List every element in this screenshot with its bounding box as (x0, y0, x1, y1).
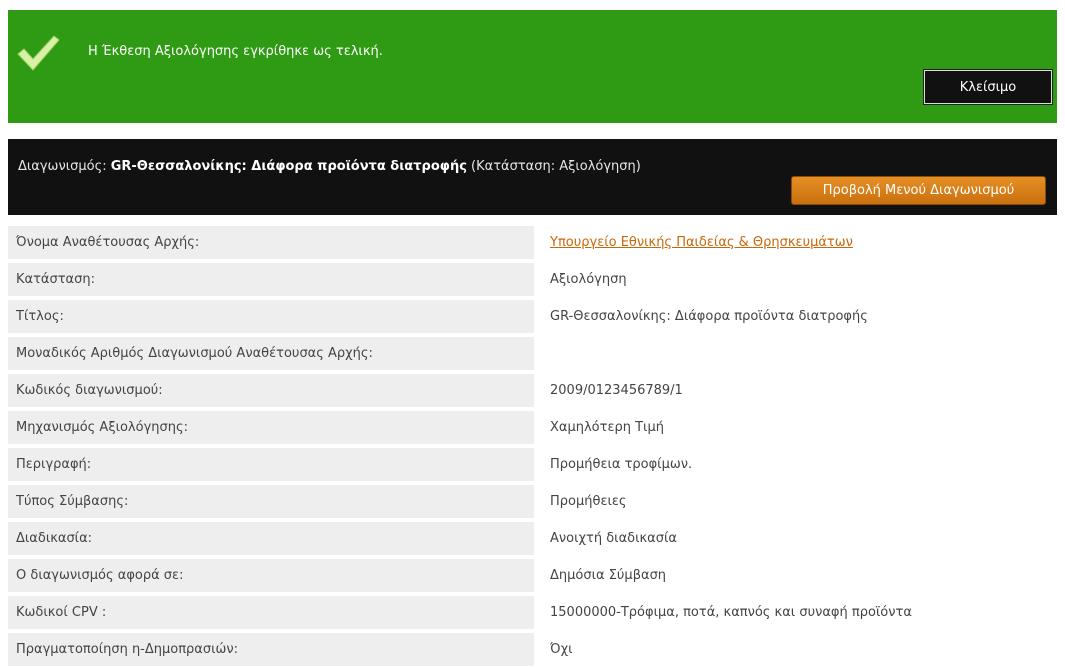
view-tender-menu-button[interactable]: Προβολή Μενού Διαγωνισμού (791, 176, 1046, 205)
detail-row: Τύπος Σύμβασης: Προμήθειες (8, 483, 1057, 520)
tender-details-table: Όνομα Αναθέτουσας Αρχής: Υπουργείο Εθνικ… (8, 224, 1057, 668)
detail-label: Κατάσταση: (8, 263, 534, 296)
detail-label: Διαδικασία: (8, 522, 534, 555)
detail-label: Κωδικοί CPV : (8, 596, 534, 629)
checkmark-icon (17, 35, 60, 71)
detail-row: Τίτλος: GR-Θεσσαλονίκης: Διάφορα προϊόντ… (8, 298, 1057, 335)
tender-name: GR-Θεσσαλονίκης: Διάφορα προϊόντα διατρο… (110, 159, 467, 174)
close-button[interactable]: Κλείσιμο (924, 70, 1052, 104)
detail-label: Όνομα Αναθέτουσας Αρχής: (8, 226, 534, 259)
detail-row: Κατάσταση: Αξιολόγηση (8, 261, 1057, 298)
detail-value: Δημόσια Σύμβαση (550, 568, 667, 583)
tender-prefix: Διαγωνισμός: (18, 159, 111, 174)
contracting-authority-link[interactable]: Υπουργείο Εθνικής Παιδείας & Θρησκευμάτω… (550, 235, 853, 250)
detail-label: Κωδικός διαγωνισμού: (8, 374, 534, 407)
detail-row: Διαδικασία: Ανοιχτή διαδικασία (8, 520, 1057, 557)
detail-row: Μηχανισμός Αξιολόγησης: Χαμηλότερη Τιμή (8, 409, 1057, 446)
detail-row: Ο διαγωνισμός αφορά σε: Δημόσια Σύμβαση (8, 557, 1057, 594)
detail-value: Αξιολόγηση (550, 272, 627, 287)
detail-value: Προμήθεια τροφίμων. (550, 457, 693, 472)
success-message: Η Έκθεση Αξιολόγησης εγκρίθηκε ως τελική… (88, 44, 383, 59)
success-banner: Η Έκθεση Αξιολόγησης εγκρίθηκε ως τελική… (8, 10, 1057, 123)
detail-value: Προμήθειες (550, 494, 627, 509)
detail-value: Ανοιχτή διαδικασία (550, 531, 677, 546)
detail-row: Κωδικός διαγωνισμού: 2009/0123456789/1 (8, 372, 1057, 409)
detail-row: Περιγραφή: Προμήθεια τροφίμων. (8, 446, 1057, 483)
detail-value: Χαμηλότερη Τιμή (550, 420, 664, 435)
detail-row: Μοναδικός Αριθμός Διαγωνισμού Αναθέτουσα… (8, 335, 1057, 372)
detail-label: Τίτλος: (8, 300, 534, 333)
detail-value: 2009/0123456789/1 (550, 383, 683, 398)
detail-label: Περιγραφή: (8, 448, 534, 481)
detail-label: Μηχανισμός Αξιολόγησης: (8, 411, 534, 444)
detail-label: Τύπος Σύμβασης: (8, 485, 534, 518)
tender-title-line: Διαγωνισμός: GR-Θεσσαλονίκης: Διάφορα πρ… (18, 159, 641, 174)
detail-label: Μοναδικός Αριθμός Διαγωνισμού Αναθέτουσα… (8, 337, 534, 370)
detail-value: 15000000-Τρόφιμα, ποτά, καπνός και συναφ… (550, 605, 912, 620)
tender-status: (Κατάσταση: Αξιολόγηση) (466, 159, 641, 174)
detail-value: Υπουργείο Εθνικής Παιδείας & Θρησκευμάτω… (542, 226, 1057, 259)
detail-value: GR-Θεσσαλονίκης: Διάφορα προϊόντα διατρο… (550, 309, 868, 324)
detail-row: Κωδικοί CPV : 15000000-Τρόφιμα, ποτά, κα… (8, 594, 1057, 631)
detail-row: Όνομα Αναθέτουσας Αρχής: Υπουργείο Εθνικ… (8, 224, 1057, 261)
detail-label: Ο διαγωνισμός αφορά σε: (8, 559, 534, 592)
detail-value (542, 337, 1057, 370)
